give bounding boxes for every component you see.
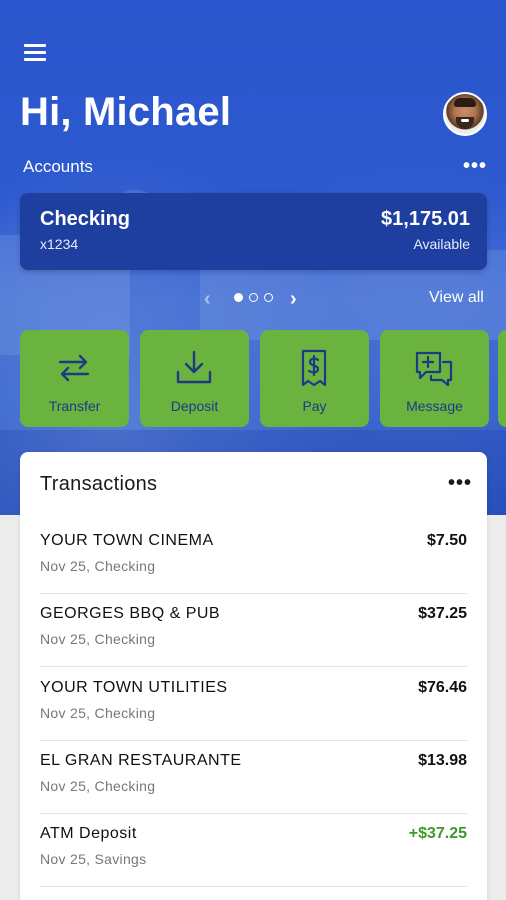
accounts-heading: Accounts xyxy=(23,157,93,176)
transaction-name: YOUR TOWN CINEMA xyxy=(40,532,214,549)
transaction-meta: Nov 25, Checking xyxy=(40,558,156,574)
pay-button[interactable]: Pay xyxy=(260,330,369,427)
transaction-row[interactable]: GEORGES BBQ & PUB $37.25 Nov 25, Checkin… xyxy=(40,605,467,679)
pager-dot-1[interactable] xyxy=(234,293,243,302)
transfer-label: Transfer xyxy=(48,398,101,414)
dollar-receipt-icon xyxy=(301,349,327,387)
transaction-name: EL GRAN RESTAURANTE xyxy=(40,752,242,769)
transfer-button[interactable]: Transfer xyxy=(20,330,129,427)
transactions-card: Transactions ••• YOUR TOWN CINEMA $7.50 … xyxy=(20,452,487,900)
transaction-amount: +$37.25 xyxy=(408,825,467,842)
chevron-right-icon[interactable]: › xyxy=(290,288,297,311)
transfer-arrows-icon xyxy=(58,354,90,382)
accounts-more-icon[interactable]: ••• xyxy=(463,155,487,178)
more-actions-tile[interactable] xyxy=(498,330,506,427)
transaction-amount: $13.98 xyxy=(418,752,467,769)
account-balance: $1,175.01 xyxy=(381,208,470,230)
pager-dot-2[interactable] xyxy=(249,293,258,302)
account-name: Checking xyxy=(40,208,131,230)
deposit-label: Deposit xyxy=(170,398,219,414)
download-tray-icon xyxy=(176,350,212,384)
transaction-amount: $76.46 xyxy=(418,679,467,696)
transaction-row[interactable]: ATM Deposit +$37.25 Nov 25, Savings xyxy=(40,825,467,899)
account-card-checking[interactable]: Checking x1234 $1,175.01 Available xyxy=(20,193,487,270)
transaction-meta: Nov 25, Savings xyxy=(40,851,147,867)
transactions-title: Transactions xyxy=(40,473,158,495)
pager-dot-3[interactable] xyxy=(264,293,273,302)
transaction-meta: Nov 25, Checking xyxy=(40,778,156,794)
row-divider xyxy=(40,886,467,887)
row-divider xyxy=(40,666,467,667)
message-label: Message xyxy=(406,398,463,414)
hamburger-menu-icon[interactable] xyxy=(24,44,46,64)
transaction-meta: Nov 25, Checking xyxy=(40,705,156,721)
transaction-row[interactable]: EL GRAN RESTAURANTE $13.98 Nov 25, Check… xyxy=(40,752,467,826)
transactions-more-icon[interactable]: ••• xyxy=(448,472,472,495)
view-all-accounts-link[interactable]: View all xyxy=(429,289,484,307)
account-carousel-pager: ‹ › xyxy=(204,288,304,311)
row-divider xyxy=(40,593,467,594)
transaction-amount: $37.25 xyxy=(418,605,467,622)
greeting-title: Hi, Michael xyxy=(20,90,232,134)
transaction-name: GEORGES BBQ & PUB xyxy=(40,605,221,622)
message-button[interactable]: Message xyxy=(380,330,489,427)
deposit-button[interactable]: Deposit xyxy=(140,330,249,427)
row-divider xyxy=(40,740,467,741)
transaction-name: ATM Deposit xyxy=(40,825,137,842)
transaction-amount: $7.50 xyxy=(426,532,467,549)
avatar[interactable] xyxy=(443,92,487,136)
chat-plus-icon xyxy=(415,351,453,387)
pay-label: Pay xyxy=(302,398,327,414)
transaction-name: YOUR TOWN UTILITIES xyxy=(40,679,228,696)
account-number: x1234 xyxy=(40,236,79,252)
chevron-left-icon[interactable]: ‹ xyxy=(204,288,211,311)
transaction-row[interactable]: YOUR TOWN UTILITIES $76.46 Nov 25, Check… xyxy=(40,679,467,753)
row-divider xyxy=(40,813,467,814)
account-balance-label: Available xyxy=(413,236,470,252)
transaction-meta: Nov 25, Checking xyxy=(40,631,156,647)
transaction-row[interactable]: YOUR TOWN CINEMA $7.50 Nov 25, Checking xyxy=(40,532,467,606)
